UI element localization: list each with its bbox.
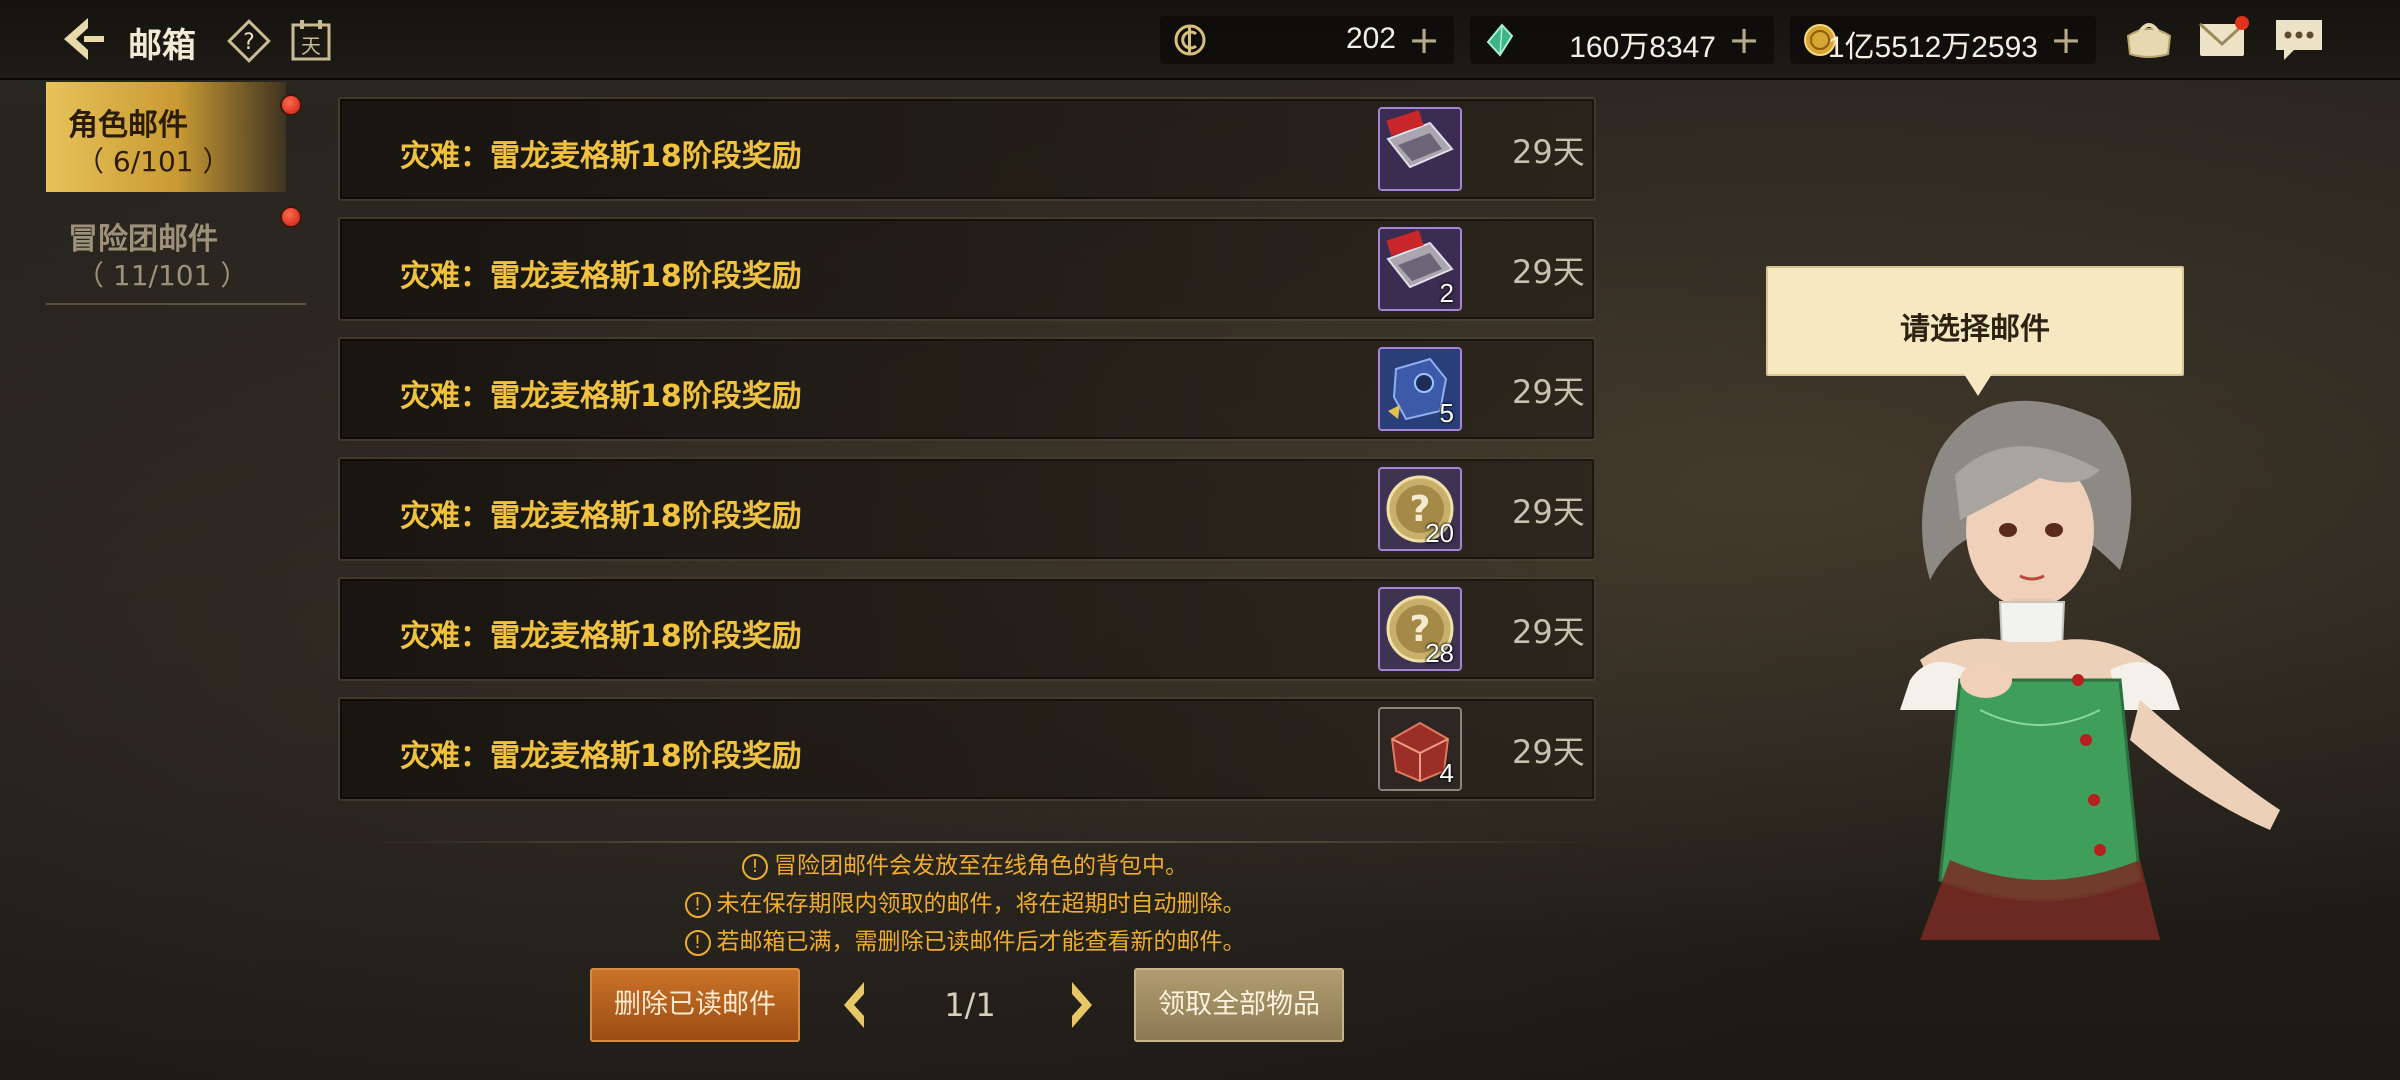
next-page-arrow-icon[interactable] xyxy=(1060,978,1100,1032)
mail-row[interactable]: 灾难：雷龙麦格斯18阶段奖励 ? 28 29天 xyxy=(338,577,1596,681)
help-glyph: ? xyxy=(243,30,255,55)
mail-title: 灾难：雷龙麦格斯18阶段奖励 xyxy=(400,619,802,654)
notice-line: ! 未在保存期限内领取的邮件，将在超期时自动删除。 xyxy=(0,884,1930,918)
resource-crystal: 160万8347 + xyxy=(1470,16,1774,64)
speech-bubble: 请选择邮件 xyxy=(1766,266,2184,396)
tab-character-mail[interactable]: 角色邮件 （ 6/101 ） xyxy=(46,82,286,192)
reward-item[interactable] xyxy=(1378,107,1462,191)
shop-bag-icon[interactable] xyxy=(2122,14,2176,64)
add-crystal-button[interactable]: + xyxy=(1728,18,1760,62)
add-gold-button[interactable]: + xyxy=(2050,18,2082,62)
prev-page-arrow-icon[interactable] xyxy=(836,978,876,1032)
reward-item[interactable]: 2 xyxy=(1378,227,1462,311)
resource-gold: 1亿5512万2593 + xyxy=(1790,16,2096,64)
tab-label: 角色邮件 xyxy=(68,108,188,143)
mail-row[interactable]: 灾难：雷龙麦格斯18阶段奖励 4 29天 xyxy=(338,697,1596,801)
resource-value: 160万8347 xyxy=(1569,31,1716,64)
mail-days-left: 29天 xyxy=(1512,493,1585,531)
resource-value: 1亿5512万2593 xyxy=(1827,31,2038,64)
unread-dot xyxy=(280,94,302,116)
mail-title: 灾难：雷龙麦格斯18阶段奖励 xyxy=(400,739,802,774)
mail-row[interactable]: 灾难：雷龙麦格斯18阶段奖励 ? 20 29天 xyxy=(338,457,1596,561)
reward-item[interactable]: 4 xyxy=(1378,707,1462,791)
coin-c-icon xyxy=(1174,24,1206,56)
item-count: 5 xyxy=(1439,398,1454,428)
chat-icon[interactable] xyxy=(2272,14,2326,64)
page-indicator: 1/1 xyxy=(944,986,996,1024)
back-arrow-icon[interactable] xyxy=(58,14,108,64)
mail-row[interactable]: 灾难：雷龙麦格斯18阶段奖励 2 29天 xyxy=(338,217,1596,321)
unread-dot xyxy=(280,206,302,228)
contract-scroll-icon xyxy=(1380,109,1460,189)
notice-text: 未在保存期限内领取的邮件，将在超期时自动删除。 xyxy=(716,891,1246,917)
notice-text: 若邮箱已满，需删除已读邮件后才能查看新的邮件。 xyxy=(716,929,1246,955)
reward-item[interactable]: ? 20 xyxy=(1378,467,1462,551)
help-icon[interactable]: ? xyxy=(226,18,272,64)
mail-title: 灾难：雷龙麦格斯18阶段奖励 xyxy=(400,499,802,534)
notice-line: ! 冒险团邮件会发放至在线角色的背包中。 xyxy=(0,846,1930,880)
sidebar-divider xyxy=(46,303,306,305)
mail-days-left: 29天 xyxy=(1512,613,1585,651)
resource-value: 202 xyxy=(1345,22,1396,55)
item-count: 4 xyxy=(1439,758,1454,788)
calendar-glyph: 天 xyxy=(301,34,321,58)
mail-days-left: 29天 xyxy=(1512,373,1585,411)
tab-count: （ 6/101 ） xyxy=(76,145,231,178)
crystal-icon xyxy=(1486,23,1514,57)
item-count: 20 xyxy=(1425,518,1454,548)
warning-icon: ! xyxy=(684,929,711,956)
reward-item[interactable]: ? 28 xyxy=(1378,587,1462,671)
tab-label: 冒险团邮件 xyxy=(68,222,218,257)
collect-all-button[interactable]: 领取全部物品 xyxy=(1134,968,1344,1042)
add-coin-c-button[interactable]: + xyxy=(1408,18,1440,62)
mail-days-left: 29天 xyxy=(1512,133,1585,171)
mail-row[interactable]: 灾难：雷龙麦格斯18阶段奖励 29天 xyxy=(338,97,1596,201)
resource-coin-c: 202 + xyxy=(1160,16,1454,64)
mail-days-left: 29天 xyxy=(1512,253,1585,291)
tab-adventure-team-mail[interactable]: 冒险团邮件 （ 11/101 ） xyxy=(46,196,286,306)
tab-count: （ 11/101 ） xyxy=(76,259,249,292)
mail-title: 灾难：雷龙麦格斯18阶段奖励 xyxy=(400,259,802,294)
reward-item[interactable]: 5 xyxy=(1378,347,1462,431)
warning-icon: ! xyxy=(742,853,768,880)
mail-title: 灾难：雷龙麦格斯18阶段奖励 xyxy=(400,379,802,414)
delete-read-mail-button[interactable]: 删除已读邮件 xyxy=(590,968,800,1042)
notice-text: 冒险团邮件会发放至在线角色的背包中。 xyxy=(774,853,1188,879)
list-divider xyxy=(350,841,1610,843)
top-bar: 邮箱 ? 天 202 + 160万8347 + 1亿5512万2593 + xyxy=(0,0,2400,80)
mail-row[interactable]: 灾难：雷龙麦格斯18阶段奖励 5 29天 xyxy=(338,337,1596,441)
item-count: 28 xyxy=(1425,638,1454,668)
npc-character-illustration xyxy=(1900,400,2280,940)
mail-days-left: 29天 xyxy=(1512,733,1585,771)
mail-icon[interactable] xyxy=(2196,14,2250,64)
calendar-icon[interactable]: 天 xyxy=(290,18,332,62)
item-count: 2 xyxy=(1439,278,1454,308)
bubble-text: 请选择邮件 xyxy=(1900,312,2050,347)
mail-title: 灾难：雷龙麦格斯18阶段奖励 xyxy=(400,139,802,174)
page-title: 邮箱 xyxy=(128,26,196,66)
notice-line: ! 若邮箱已满，需删除已读邮件后才能查看新的邮件。 xyxy=(0,922,1930,956)
warning-icon: ! xyxy=(684,891,711,918)
